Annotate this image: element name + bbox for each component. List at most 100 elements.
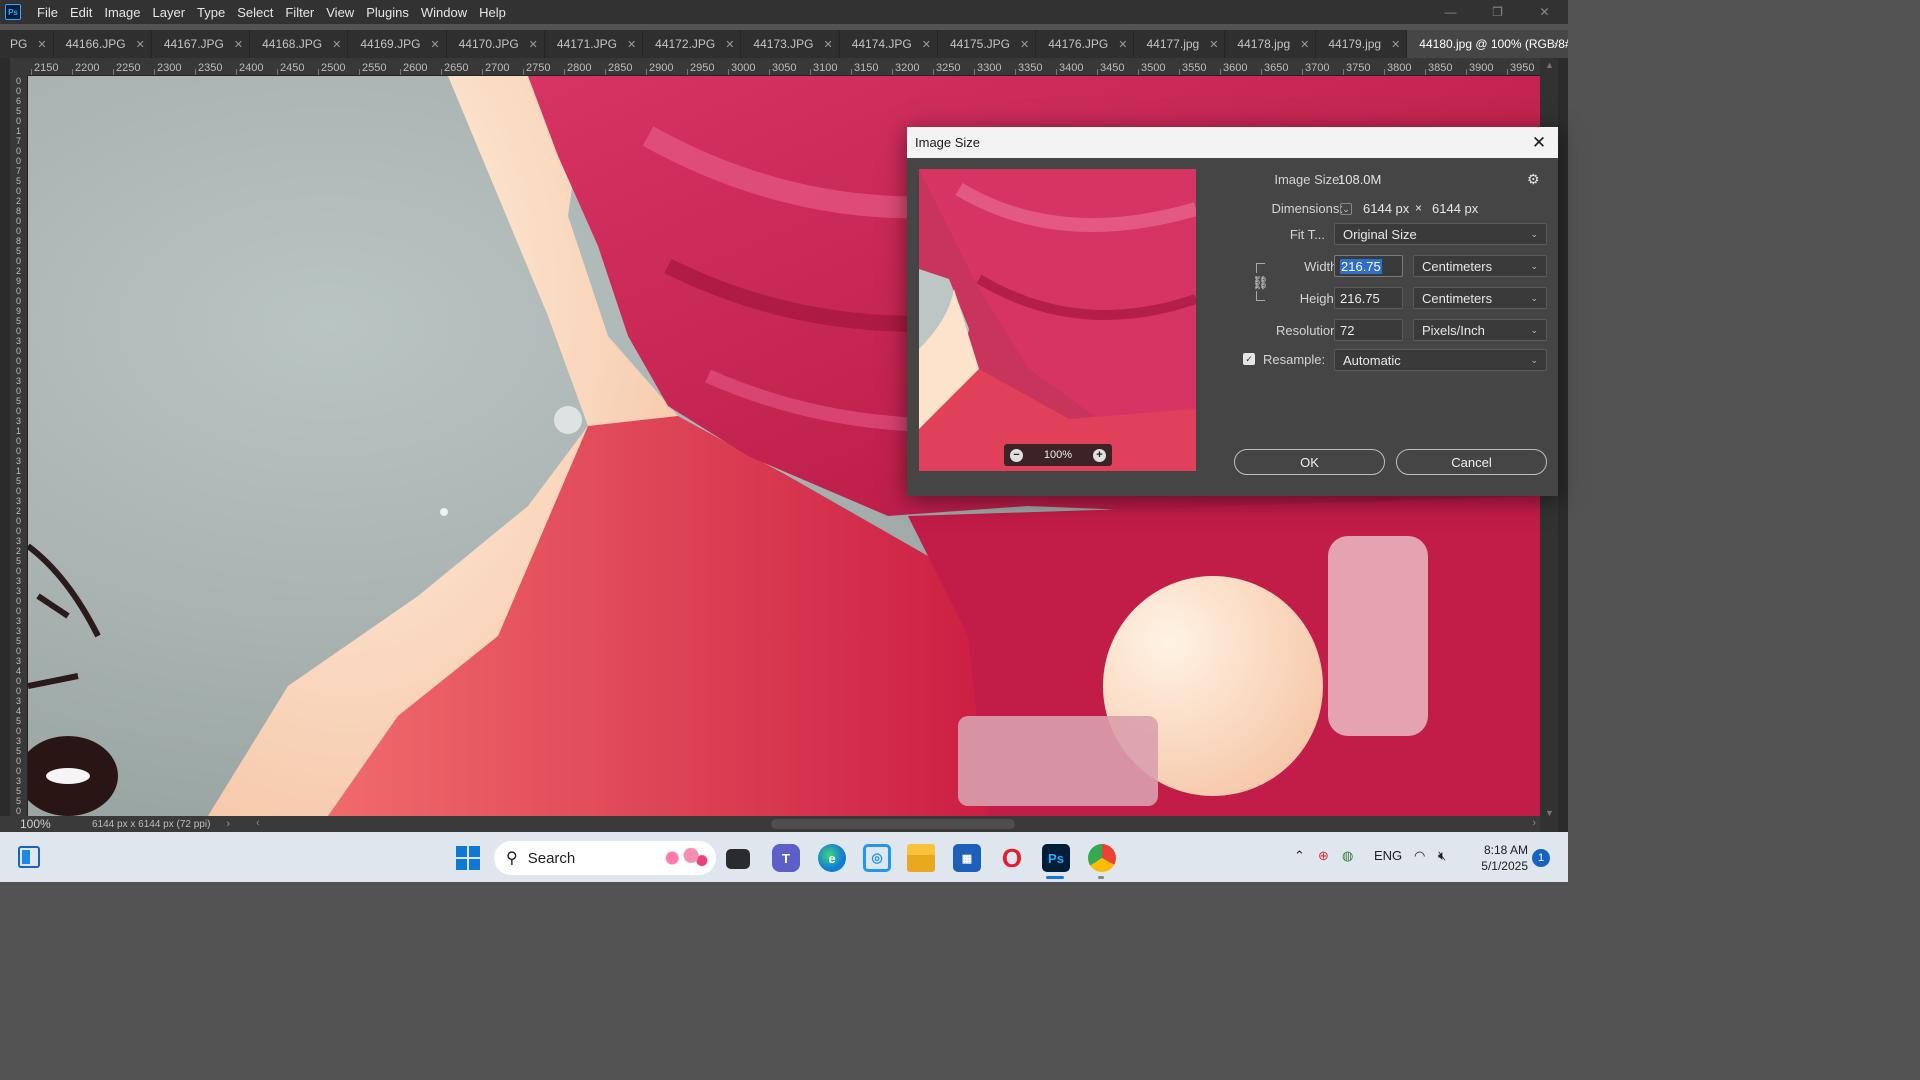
- close-tab-icon[interactable]: ✕: [529, 38, 538, 51]
- tab-document[interactable]: 44176.JPG ✕: [1036, 30, 1135, 58]
- cancel-button[interactable]: Cancel: [1396, 449, 1547, 475]
- tab-document[interactable]: 44167.JPG ✕: [151, 30, 251, 58]
- close-window-icon[interactable]: ✕: [1521, 0, 1568, 24]
- windows-start-icon[interactable]: [456, 846, 480, 870]
- close-tab-icon[interactable]: ✕: [1391, 38, 1400, 51]
- more-tabs-icon[interactable]: »: [1550, 30, 1558, 58]
- taskbar-search[interactable]: ⚲ Search: [494, 841, 716, 875]
- ruler-digit: 2: [15, 546, 21, 556]
- close-tab-icon[interactable]: ✕: [1209, 38, 1218, 51]
- ruler-digit: 5: [15, 556, 21, 566]
- widgets-icon[interactable]: [18, 846, 40, 868]
- resample-method-select[interactable]: Automatic ⌄: [1334, 349, 1547, 371]
- task-view-icon[interactable]: [726, 849, 750, 869]
- vpn-icon[interactable]: ⊕: [1318, 848, 1329, 864]
- width-input[interactable]: 216.75: [1334, 255, 1403, 277]
- resample-checkbox[interactable]: ✓: [1243, 353, 1255, 365]
- scroll-up-icon[interactable]: ▲: [1545, 60, 1554, 70]
- menu-filter[interactable]: Filter: [279, 5, 320, 20]
- microsoft-store-icon[interactable]: ▦: [953, 844, 981, 872]
- language-indicator[interactable]: ENG: [1374, 848, 1402, 863]
- height-input[interactable]: 216.75: [1334, 287, 1403, 309]
- dimensions-dropdown-icon[interactable]: ⌄: [1340, 203, 1352, 215]
- close-tab-icon[interactable]: ✕: [922, 38, 931, 51]
- tab-document[interactable]: 44173.JPG ✕: [741, 30, 840, 58]
- close-tab-icon[interactable]: ✕: [332, 38, 341, 51]
- menu-layer[interactable]: Layer: [147, 5, 192, 20]
- menu-edit[interactable]: Edit: [64, 5, 98, 20]
- preview-zoom-value: 100%: [1043, 449, 1073, 461]
- zoom-in-icon[interactable]: +: [1092, 448, 1106, 462]
- scroll-left-icon[interactable]: ‹: [256, 817, 260, 829]
- resolution-input[interactable]: 72: [1334, 319, 1403, 341]
- fit-to-select[interactable]: Original Size ⌄: [1334, 223, 1547, 245]
- tab-document[interactable]: 44172.JPG ✕: [643, 30, 742, 58]
- tab-document-active[interactable]: 44180.jpg @ 100% (RGB/8#)✕: [1407, 30, 1568, 58]
- gear-icon[interactable]: ⚙: [1527, 171, 1540, 188]
- dialog-titlebar[interactable]: Image Size ✕: [907, 127, 1558, 158]
- menu-view[interactable]: View: [320, 5, 360, 20]
- width-unit-select[interactable]: Centimeters ⌄: [1413, 255, 1547, 277]
- teams-icon[interactable]: T: [772, 844, 800, 872]
- menu-select[interactable]: Select: [231, 5, 279, 20]
- close-tab-icon[interactable]: ✕: [136, 38, 145, 51]
- zoom-level[interactable]: 100%: [0, 817, 62, 831]
- file-explorer-icon[interactable]: [907, 844, 935, 872]
- close-tab-icon[interactable]: ✕: [823, 38, 832, 51]
- image-preview[interactable]: − 100% +: [919, 169, 1196, 471]
- tab-document[interactable]: 44166.JPG ✕: [53, 30, 152, 58]
- tab-document[interactable]: 44175.JPG ✕: [937, 30, 1037, 58]
- chrome-icon[interactable]: [1088, 844, 1116, 872]
- tab-document[interactable]: 44174.JPG ✕: [839, 30, 938, 58]
- status-menu-icon[interactable]: ›: [226, 818, 230, 830]
- close-tab-icon[interactable]: ✕: [1300, 38, 1309, 51]
- ruler-tick-label: 3150: [854, 62, 879, 74]
- tab-document[interactable]: 44170.JPG ✕: [446, 30, 545, 58]
- close-tab-icon[interactable]: ✕: [234, 38, 243, 51]
- tab-document[interactable]: 44179.jpg ✕: [1316, 30, 1408, 58]
- opera-icon[interactable]: O: [998, 843, 1026, 873]
- wifi-icon[interactable]: ◠: [1414, 848, 1425, 864]
- menu-file[interactable]: File: [31, 5, 64, 20]
- clock[interactable]: 8:18 AM 5/1/2025: [1474, 842, 1528, 874]
- ruler-tick-label: 3850: [1428, 62, 1453, 74]
- close-tab-icon[interactable]: ✕: [1118, 38, 1127, 51]
- resolution-unit-select[interactable]: Pixels/Inch ⌄: [1413, 319, 1547, 341]
- scroll-down-icon[interactable]: ▼: [1545, 808, 1554, 818]
- menu-window[interactable]: Window: [415, 5, 473, 20]
- close-tab-icon[interactable]: ✕: [37, 38, 46, 51]
- restore-icon[interactable]: ❐: [1474, 0, 1521, 24]
- height-unit-select[interactable]: Centimeters ⌄: [1413, 287, 1547, 309]
- copilot-lens-icon[interactable]: ◎: [863, 844, 891, 872]
- globe-icon[interactable]: ◍: [1342, 848, 1353, 864]
- volume-muted-icon[interactable]: 🔇︎: [1438, 848, 1446, 864]
- scroll-thumb[interactable]: [771, 819, 1015, 829]
- tab-document[interactable]: PG ✕: [0, 30, 54, 58]
- ruler-digit: 3: [15, 416, 21, 426]
- notification-badge[interactable]: 1: [1532, 849, 1550, 867]
- edge-icon[interactable]: e: [818, 844, 846, 872]
- close-tab-icon[interactable]: ✕: [430, 38, 439, 51]
- menu-plugins[interactable]: Plugins: [360, 5, 415, 20]
- tab-document[interactable]: 44177.jpg ✕: [1134, 30, 1226, 58]
- tab-document[interactable]: 44169.JPG ✕: [348, 30, 447, 58]
- close-tab-icon[interactable]: ✕: [627, 38, 636, 51]
- zoom-out-icon[interactable]: −: [1010, 448, 1023, 462]
- close-tab-icon[interactable]: ✕: [1020, 38, 1029, 51]
- minimize-icon[interactable]: —: [1427, 0, 1474, 24]
- menu-help[interactable]: Help: [473, 5, 512, 20]
- ok-button[interactable]: OK: [1234, 449, 1385, 475]
- close-icon[interactable]: ✕: [1528, 132, 1550, 154]
- ruler-digit: 3: [15, 616, 21, 626]
- menu-image[interactable]: Image: [98, 5, 146, 20]
- close-tab-icon[interactable]: ✕: [725, 38, 734, 51]
- tab-document[interactable]: 44168.JPG ✕: [250, 30, 349, 58]
- photoshop-taskbar-icon[interactable]: Ps: [1042, 844, 1070, 872]
- chevron-up-icon[interactable]: ⌃: [1294, 848, 1305, 864]
- link-constrain-icon[interactable]: ⛓: [1252, 275, 1269, 291]
- tab-document[interactable]: 44171.JPG ✕: [544, 30, 644, 58]
- horizontal-scrollbar[interactable]: ‹ ›: [256, 817, 1540, 831]
- menu-type[interactable]: Type: [191, 5, 231, 20]
- tab-document[interactable]: 44178.jpg ✕: [1225, 30, 1317, 58]
- scroll-right-icon[interactable]: ›: [1532, 817, 1536, 829]
